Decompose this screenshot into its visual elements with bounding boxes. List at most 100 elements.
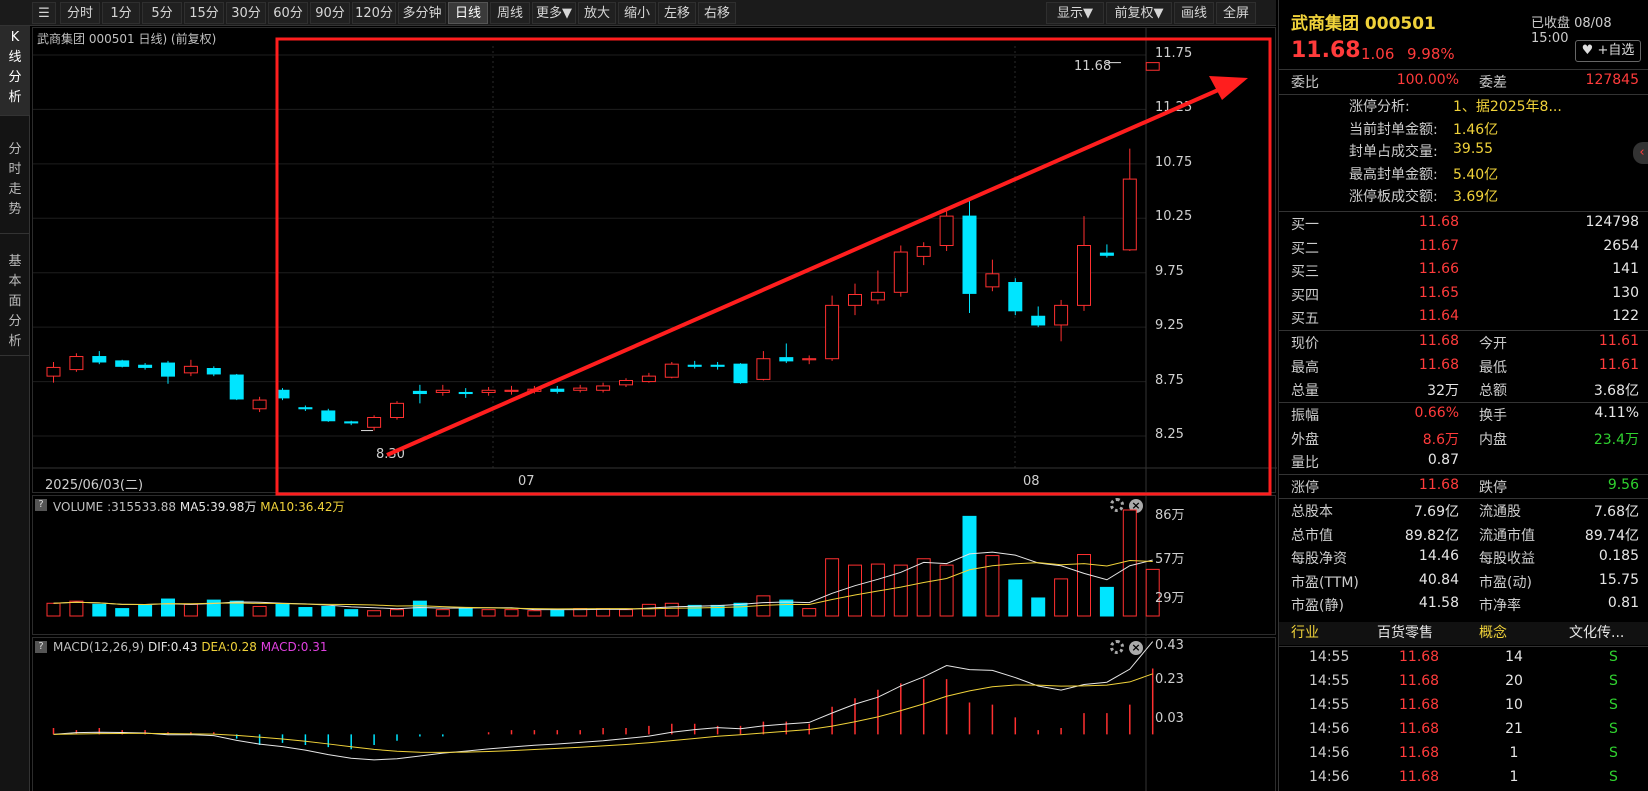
- bid-row[interactable]: 买二 11.67 2654: [1279, 238, 1648, 261]
- candle-body: [1122, 178, 1137, 251]
- price-tick: 11.25: [1155, 100, 1193, 116]
- volume-bar: [527, 610, 542, 617]
- tick-volume: 10: [1505, 697, 1523, 713]
- toolbar-button[interactable]: 多分钟: [398, 2, 446, 24]
- volume-bar: [1099, 586, 1114, 617]
- volume-bar: [321, 605, 336, 617]
- toolbar-button[interactable]: 更多▼: [532, 2, 576, 24]
- toolbar-button[interactable]: 显示▼: [1046, 2, 1104, 24]
- candle-body: [619, 379, 633, 386]
- toolbar-button[interactable]: 120分: [352, 2, 396, 24]
- stat-row: 总量 32万 总额 3.68亿: [1279, 380, 1648, 403]
- toolbar-button[interactable]: 缩小: [618, 2, 656, 24]
- limit-info-key: 涨停板成交额:: [1349, 189, 1438, 205]
- toolbar-button[interactable]: 90分: [310, 2, 350, 24]
- stat-label: 跌停: [1479, 480, 1507, 496]
- toolbar-button[interactable]: 30分: [226, 2, 266, 24]
- volume-bar: [390, 609, 404, 617]
- candle-body: [687, 364, 702, 367]
- menu-icon[interactable]: ☰: [32, 2, 56, 24]
- tick-time: 14:56: [1309, 721, 1350, 737]
- toolbar-button[interactable]: 分时: [60, 2, 100, 24]
- price-change: 1.06: [1361, 45, 1395, 63]
- toolbar-button[interactable]: 60分: [268, 2, 308, 24]
- stat-value: 0.185: [1598, 548, 1639, 564]
- toolbar-button[interactable]: 放大: [578, 2, 616, 24]
- toolbar-button[interactable]: 前复权▼: [1106, 2, 1172, 24]
- tick-time: 14:55: [1309, 697, 1350, 713]
- bid-row[interactable]: 买三 11.66 141: [1279, 261, 1648, 284]
- volume-bar: [69, 600, 84, 617]
- candle-body: [848, 293, 862, 306]
- bid-row[interactable]: 买五 11.64 122: [1279, 308, 1648, 331]
- toolbar-button[interactable]: 日线: [448, 2, 488, 24]
- stat-label: 总市值: [1291, 527, 1333, 544]
- limit-info-key: 涨停分析:: [1349, 99, 1410, 115]
- volume-bar: [458, 608, 473, 617]
- bid-label: 买四: [1291, 287, 1319, 304]
- tab-kline-analysis[interactable]: K线分析: [0, 26, 30, 116]
- month-label-08: 08: [1023, 474, 1040, 489]
- tick-price: 11.68: [1399, 769, 1440, 785]
- volume-bar: [939, 564, 954, 617]
- tab-fundamentals[interactable]: 基本面分析: [0, 234, 30, 356]
- volume-bar: [1031, 597, 1046, 617]
- stat-value: 0.66%: [1414, 405, 1459, 421]
- limit-info-row: 涨停分析: 1、据2025年8...: [1279, 96, 1648, 119]
- toolbar-button[interactable]: 15分: [184, 2, 224, 24]
- volume-pane[interactable]: ? VOLUME :315533.88 MA5:39.98万 MA10:36.4…: [32, 495, 1276, 636]
- industry-value[interactable]: 百货零售: [1377, 622, 1433, 642]
- tick-time: 14:56: [1309, 745, 1350, 761]
- bid-row[interactable]: 买四 11.65 130: [1279, 285, 1648, 308]
- bid-price: 11.66: [1418, 261, 1459, 277]
- concept-value[interactable]: 文化传...: [1569, 622, 1624, 642]
- divider: [1279, 69, 1648, 70]
- bid-price: 11.64: [1418, 308, 1459, 324]
- volume-bar: [367, 610, 382, 617]
- add-watchlist-button[interactable]: ♥ +自选: [1575, 40, 1641, 62]
- toolbar-button[interactable]: 画线: [1174, 2, 1214, 24]
- tick-volume: 14: [1505, 649, 1523, 665]
- tick-time: 14:55: [1309, 673, 1350, 689]
- volume-bar: [916, 558, 931, 617]
- tick-price: 11.68: [1399, 649, 1440, 665]
- macd-pane[interactable]: ? MACD(12,26,9) DIF:0.43 DEA:0.28 MACD:0…: [32, 637, 1276, 791]
- volume-bar: [161, 598, 175, 617]
- candle-body: [183, 365, 198, 374]
- limit-info-key: 封单占成交量:: [1349, 144, 1438, 160]
- tick-price: 11.68: [1399, 673, 1440, 689]
- limit-info-value: 3.69亿: [1453, 189, 1499, 205]
- tick-row: 14:56 11.68 1 S: [1279, 745, 1648, 768]
- weibi-value: 100.00%: [1396, 72, 1459, 88]
- tab-intraday[interactable]: 分时走势: [0, 116, 30, 234]
- stat-row: 涨停 11.68 跌停 9.56: [1279, 477, 1648, 500]
- toolbar-button[interactable]: 全屏: [1216, 2, 1256, 24]
- volume-bar: [412, 600, 427, 617]
- toolbar-button[interactable]: 5分: [142, 2, 182, 24]
- left-tab-bar: K线分析 分时走势 基本面分析: [0, 26, 30, 791]
- quote-panel: 武商集团 000501 已收盘 08/08 15:00 11.68 1.06 9…: [1278, 0, 1648, 791]
- candle-body: [825, 304, 840, 360]
- tick-side: S: [1609, 745, 1618, 761]
- candle-body: [138, 364, 153, 368]
- candle-body: [458, 391, 473, 395]
- toolbar-button[interactable]: 周线: [490, 2, 530, 24]
- candle-body: [115, 360, 130, 367]
- candle-body: [481, 389, 496, 393]
- bid-row[interactable]: 买一 11.68 124798: [1279, 214, 1648, 237]
- stat-value: 89.74亿: [1584, 527, 1639, 544]
- toolbar-button[interactable]: 1分: [102, 2, 140, 24]
- bid-label: 买三: [1291, 264, 1319, 280]
- weicha-label: 委差: [1479, 75, 1507, 91]
- kline-pane[interactable]: 武商集团 000501 日线) (前复权) 2025/06/03(二) 07 0…: [32, 27, 1277, 494]
- candle-body: [206, 368, 221, 375]
- stat-label: 总量: [1291, 383, 1319, 399]
- stat-row: 市盈(TTM) 40.84 市盈(动) 15.75: [1279, 572, 1648, 595]
- volume-bar: [962, 515, 977, 617]
- candle-body: [321, 410, 336, 422]
- candle-body: [893, 251, 908, 293]
- stat-value: 11.68: [1418, 356, 1459, 373]
- toolbar-button[interactable]: 右移: [698, 2, 736, 24]
- stat-label: 每股净资: [1291, 551, 1347, 567]
- toolbar-button[interactable]: 左移: [658, 2, 696, 24]
